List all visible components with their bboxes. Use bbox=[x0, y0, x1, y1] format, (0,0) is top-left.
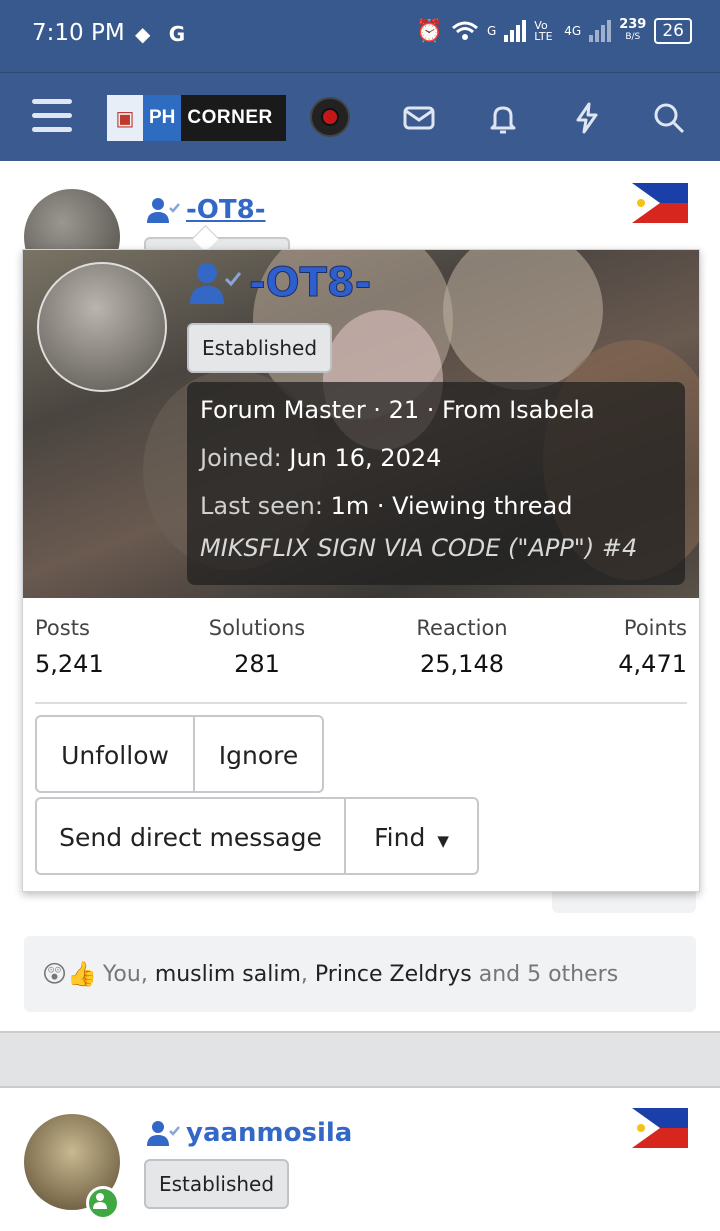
viewing-thread-link[interactable]: MIKSFLIX SIGN VIA CODE ("APP") #4 bbox=[200, 534, 637, 562]
app-header: ▣ PH CORNER bbox=[0, 72, 720, 161]
stat-label: Reaction bbox=[416, 616, 508, 640]
member-tooltip-card: -OT8- Established Forum Master · 21 · Fr… bbox=[22, 249, 700, 892]
reaction-emoji-icon: 😲👍 bbox=[42, 960, 97, 988]
stat-posts[interactable]: Posts 5,241 bbox=[35, 616, 104, 678]
net-4g: 4G bbox=[564, 24, 582, 38]
card-divider bbox=[35, 702, 687, 704]
stat-label: Posts bbox=[35, 616, 90, 640]
network-type: G bbox=[486, 24, 497, 38]
joined-label: Joined: bbox=[200, 444, 282, 472]
post-2: yaanmosila Established bbox=[0, 1088, 720, 1231]
logo-ph: PH bbox=[143, 95, 182, 141]
reactions-bar[interactable]: 😲👍 You, muslim salim , Prince Zeldrys an… bbox=[24, 936, 696, 1012]
reaction-user-1[interactable]: muslim salim bbox=[155, 962, 301, 987]
notification-icons: ◆ G bbox=[135, 22, 185, 46]
post2-badge: Established bbox=[144, 1159, 290, 1209]
philippines-flag-icon bbox=[632, 1108, 688, 1148]
menu-icon[interactable] bbox=[32, 99, 72, 133]
stat-value: 4,471 bbox=[618, 650, 687, 678]
card-badge: Established bbox=[187, 323, 333, 373]
drive-icon: ◆ bbox=[135, 22, 151, 46]
verified-user-icon bbox=[147, 198, 180, 223]
card-info-box: Forum Master · 21 · From Isabela Joined:… bbox=[187, 382, 685, 585]
logo-corner: CORNER bbox=[187, 107, 273, 128]
battery-indicator: 26 bbox=[654, 18, 692, 44]
verified-user-icon bbox=[147, 1121, 180, 1146]
online-status-icon bbox=[86, 1186, 120, 1220]
stat-solutions[interactable]: Solutions 281 bbox=[203, 616, 311, 678]
logo-cube-icon: ▣ bbox=[107, 95, 143, 141]
site-logo[interactable]: ▣ PH CORNER bbox=[107, 95, 286, 141]
bell-icon[interactable] bbox=[486, 101, 520, 135]
profile-banner: -OT8- Established Forum Master · 21 · Fr… bbox=[23, 250, 699, 598]
unfollow-button[interactable]: Unfollow bbox=[35, 715, 195, 793]
post2-username-text[interactable]: yaanmosila bbox=[186, 1118, 352, 1148]
send-direct-message-button[interactable]: Send direct message bbox=[35, 797, 346, 875]
search-icon[interactable] bbox=[652, 101, 686, 135]
post-username-text[interactable]: -OT8- bbox=[186, 195, 266, 225]
account-avatar[interactable] bbox=[310, 97, 350, 137]
post-username[interactable]: -OT8- bbox=[146, 195, 266, 225]
stat-value: 25,148 bbox=[420, 650, 504, 678]
verified-user-icon bbox=[190, 263, 241, 304]
last-seen-value: 1m · Viewing thread bbox=[330, 492, 573, 520]
card-last-seen: Last seen: 1m · Viewing thread bbox=[200, 492, 573, 520]
card-joined: Joined: Jun 16, 2024 bbox=[200, 444, 441, 472]
stat-label: Points bbox=[623, 616, 687, 640]
stat-reaction[interactable]: Reaction 25,148 bbox=[409, 616, 515, 678]
card-username-text[interactable]: -OT8- bbox=[248, 260, 371, 307]
find-button[interactable]: Find ▼ bbox=[344, 797, 479, 875]
stat-value: 281 bbox=[234, 650, 280, 678]
last-seen-label: Last seen: bbox=[200, 492, 323, 520]
net-speed-value: 239 bbox=[619, 17, 647, 32]
reaction-you: You, bbox=[102, 961, 155, 987]
card-title-line: Forum Master · 21 · From Isabela bbox=[200, 396, 595, 424]
mail-icon[interactable] bbox=[402, 101, 436, 135]
stat-value: 5,241 bbox=[35, 650, 104, 678]
wifi-icon bbox=[452, 21, 478, 40]
status-right: ⏰ G Vo LTE 4G 239 B/S 26 bbox=[416, 18, 692, 44]
signal-icon-2 bbox=[589, 20, 612, 42]
alarm-icon: ⏰ bbox=[415, 18, 443, 44]
reaction-sep: , bbox=[300, 961, 315, 987]
volte-label: Vo LTE bbox=[534, 19, 553, 43]
status-bar: 7:10 PM ◆ G ⏰ G Vo LTE 4G 239 B/S 26 bbox=[0, 0, 720, 72]
reaction-user-2[interactable]: Prince Zeldrys bbox=[315, 962, 472, 987]
stat-label: Solutions bbox=[208, 616, 306, 640]
net-speed: 239 B/S bbox=[619, 17, 647, 43]
ignore-button[interactable]: Ignore bbox=[193, 715, 324, 793]
post2-username[interactable]: yaanmosila bbox=[146, 1118, 352, 1148]
bolt-icon[interactable] bbox=[570, 101, 604, 135]
stat-points[interactable]: Points 4,471 bbox=[618, 616, 687, 678]
card-username[interactable]: -OT8- bbox=[189, 260, 372, 307]
net-speed-unit: B/S bbox=[625, 32, 641, 42]
philippines-flag-icon bbox=[632, 183, 688, 223]
find-label: Find bbox=[374, 823, 426, 852]
reaction-others[interactable]: and 5 others bbox=[472, 962, 618, 987]
google-icon: G bbox=[168, 22, 186, 46]
caret-down-icon: ▼ bbox=[437, 832, 449, 850]
joined-value: Jun 16, 2024 bbox=[289, 444, 442, 472]
post-separator bbox=[0, 1031, 720, 1088]
card-stats: Posts 5,241 Solutions 281 Reaction 25,14… bbox=[23, 598, 699, 702]
card-avatar[interactable] bbox=[37, 262, 167, 392]
signal-icon bbox=[504, 20, 527, 42]
status-time: 7:10 PM bbox=[32, 20, 125, 46]
